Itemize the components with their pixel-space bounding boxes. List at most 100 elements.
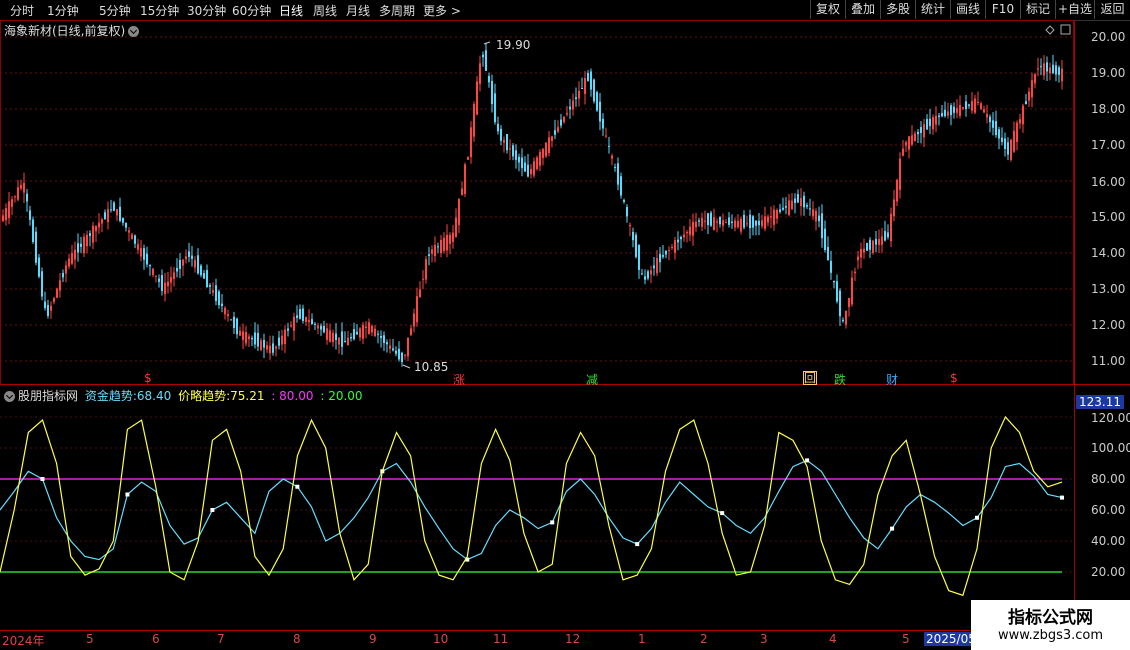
window-icon[interactable] [1060, 24, 1071, 35]
candle-body [659, 253, 661, 263]
month-label: 2024年 [2, 634, 45, 648]
candle-body [419, 289, 421, 297]
candle-body [398, 348, 400, 360]
candle-body [371, 325, 373, 333]
candle-body [278, 337, 280, 346]
candle-body [449, 234, 451, 244]
indicator-legend: 股朋指标网 资金趋势:68.40 价略趋势:75.21 : 80.00 : 20… [4, 387, 363, 404]
candle-body [860, 248, 862, 258]
candle-body [257, 332, 259, 347]
candle-body [611, 155, 613, 159]
candle-body [962, 107, 964, 109]
candle-body [299, 309, 301, 319]
candle-body [182, 259, 184, 266]
candle-body [431, 249, 433, 254]
candle-body [230, 319, 232, 321]
candle-body [956, 108, 958, 113]
candle-body [104, 212, 106, 220]
candle-body [878, 239, 880, 245]
candle-body [593, 79, 595, 102]
candle-body [788, 200, 790, 216]
candle-body [980, 103, 982, 109]
candle-body [1013, 130, 1015, 152]
candle-body [569, 106, 571, 110]
candle-body [179, 260, 181, 269]
candle-body [1049, 67, 1051, 74]
candle-body [734, 220, 736, 228]
candle-body [320, 325, 322, 330]
candle-body [290, 325, 292, 327]
candle-body [608, 145, 610, 147]
candle-body [488, 76, 490, 83]
candle-body [545, 142, 547, 157]
candle-body [581, 88, 583, 90]
candle-body [14, 196, 16, 198]
candle-body [359, 328, 361, 338]
candle-body [416, 296, 418, 323]
candle-body [101, 219, 103, 224]
capital-trend-value: 68.40 [136, 389, 172, 403]
candle-body [887, 232, 889, 238]
candle-body [587, 72, 589, 81]
candle-body [689, 226, 691, 236]
candle-body [989, 116, 991, 123]
candle-body [467, 156, 469, 160]
candle-body [506, 134, 508, 151]
candle-body [131, 234, 133, 240]
candle-body [938, 115, 940, 118]
candle-body [1037, 68, 1039, 70]
candle-body [377, 333, 379, 335]
upper-line-label: : 80.00 [271, 389, 314, 403]
candle-body [713, 217, 715, 231]
candle-body [893, 199, 895, 217]
candle-body [317, 325, 319, 329]
diamond-icon[interactable] [1045, 25, 1055, 35]
candle-body [983, 109, 985, 113]
candle-body [20, 184, 22, 189]
candle-body [341, 331, 343, 347]
capital-point-marker [975, 515, 980, 520]
candle-body [1052, 64, 1054, 74]
candle-body [839, 290, 841, 317]
chevron-down-icon[interactable] [4, 391, 15, 402]
candle-body [971, 101, 973, 111]
candle-body [653, 265, 655, 269]
candle-body [662, 255, 664, 257]
candle-body [1055, 65, 1057, 75]
candle-body [755, 220, 757, 226]
price-axis: 20.00 19.00 18.00 17.00 16.00 15.00 14.0… [1074, 0, 1130, 385]
signal-die: 跌 [834, 373, 847, 387]
candle-body [146, 253, 148, 265]
candle-body [446, 234, 448, 251]
candle-body [83, 236, 85, 254]
candle-body [311, 319, 313, 325]
candle-body [626, 207, 628, 217]
candle-body [461, 188, 463, 196]
capital-point-marker [125, 492, 130, 497]
candle-body [779, 209, 781, 212]
candle-body [842, 319, 844, 322]
candle-body [644, 276, 646, 280]
candle-body [29, 210, 31, 220]
candle-body [80, 243, 82, 247]
candle-body [758, 220, 760, 226]
price-tick: 18.00 [1091, 102, 1126, 116]
candle-body [134, 235, 136, 244]
candle-body [500, 128, 502, 141]
candle-body [185, 256, 187, 260]
candle-body [374, 328, 376, 337]
candle-body [470, 127, 472, 158]
candle-body [1058, 67, 1060, 75]
candle-body [281, 335, 283, 345]
candle-body [11, 199, 13, 207]
candle-body [491, 80, 493, 105]
capital-point-marker [550, 520, 555, 525]
candle-body [917, 131, 919, 135]
candle-body [473, 104, 475, 137]
candle-body [605, 135, 607, 137]
candle-body [833, 280, 835, 283]
candle-body [716, 221, 718, 223]
price-gridlines [0, 36, 1074, 573]
candle-body [797, 194, 799, 203]
candle-body [176, 267, 178, 272]
